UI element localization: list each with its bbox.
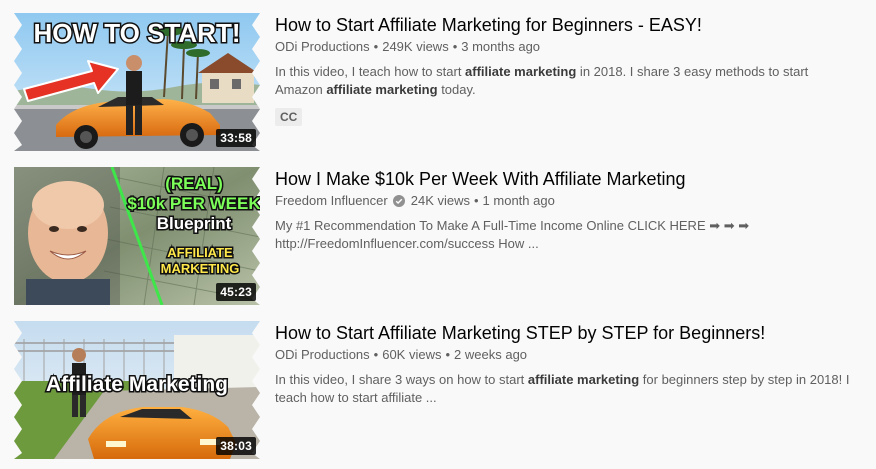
description-keyword: affiliate marketing	[527, 372, 640, 387]
video-metadata: ODi Productions • 249K views • 3 months ago	[275, 39, 541, 54]
video-duration: 33:58	[216, 129, 256, 147]
upload-age: 3 months ago	[461, 39, 541, 54]
video-duration: 45:23	[216, 283, 256, 301]
video-title-link[interactable]: How I Make $10k Per Week With Affiliate …	[275, 167, 865, 191]
video-result[interactable]: (REAL) $10k PER WEEK Blueprint AFFILIATE…	[14, 167, 864, 305]
channel-name-link[interactable]: ODi Productions	[275, 39, 370, 54]
upload-age: 2 weeks ago	[454, 347, 528, 362]
video-description: In this video, I share 3 ways on how to …	[275, 372, 850, 405]
video-thumbnail[interactable]: (REAL) $10k PER WEEK Blueprint AFFILIATE…	[14, 167, 260, 305]
video-title-link[interactable]: How to Start Affiliate Marketing STEP by…	[275, 321, 865, 345]
video-result[interactable]: Affiliate Marketing 38:03 How to Start A…	[14, 321, 864, 459]
channel-name-link[interactable]: Freedom Influencer	[275, 193, 388, 208]
video-result[interactable]: HOW TO START! 33:58 How to Start Affilia…	[14, 13, 864, 151]
search-results-list: HOW TO START! 33:58 How to Start Affilia…	[0, 0, 876, 469]
view-count: 249K views	[382, 39, 449, 54]
video-description: In this video, I teach how to start affi…	[275, 64, 809, 97]
video-thumbnail[interactable]: HOW TO START! 33:58	[14, 13, 260, 151]
thumbnail-headline-text: HOW TO START!	[33, 18, 240, 48]
video-title-link[interactable]: How to Start Affiliate Marketing for Beg…	[275, 13, 865, 37]
thumbnail-text-affiliate: AFFILIATE	[167, 245, 233, 260]
video-metadata: ODi Productions • 60K views • 2 weeks ago	[275, 347, 528, 362]
video-info: How to Start Affiliate Marketing for Beg…	[275, 13, 865, 126]
video-duration: 38:03	[216, 437, 256, 455]
video-thumbnail[interactable]: Affiliate Marketing 38:03	[14, 321, 260, 459]
thumbnail-text-marketing: MARKETING	[161, 261, 240, 276]
channel-name-link[interactable]: ODi Productions	[275, 347, 370, 362]
thumbnail-text-real: (REAL)	[165, 174, 223, 193]
description-keyword: affiliate marketing	[326, 82, 438, 97]
view-count: 24K views	[410, 193, 470, 208]
video-info: How to Start Affiliate Marketing STEP by…	[275, 321, 865, 407]
upload-age: 1 month ago	[482, 193, 555, 208]
thumbnail-text-10k: $10k PER WEEK	[127, 194, 260, 213]
view-count: 60K views	[382, 347, 442, 362]
description-line: http://FreedomInfluencer.com/success How…	[275, 236, 539, 251]
description-keyword: affiliate marketing	[465, 64, 577, 79]
thumbnail-headline-text: Affiliate Marketing	[46, 373, 228, 396]
video-info: How I Make $10k Per Week With Affiliate …	[275, 167, 865, 253]
description-line: My #1 Recommendation To Make A Full-Time…	[275, 218, 750, 233]
video-description: My #1 Recommendation To Make A Full-Time…	[275, 217, 855, 253]
verified-check-icon	[392, 195, 405, 207]
video-metadata: Freedom Influencer 24K views • 1 month ago	[275, 193, 555, 208]
closed-captions-badge: CC	[275, 108, 303, 126]
thumbnail-text-blueprint: Blueprint	[157, 214, 232, 233]
